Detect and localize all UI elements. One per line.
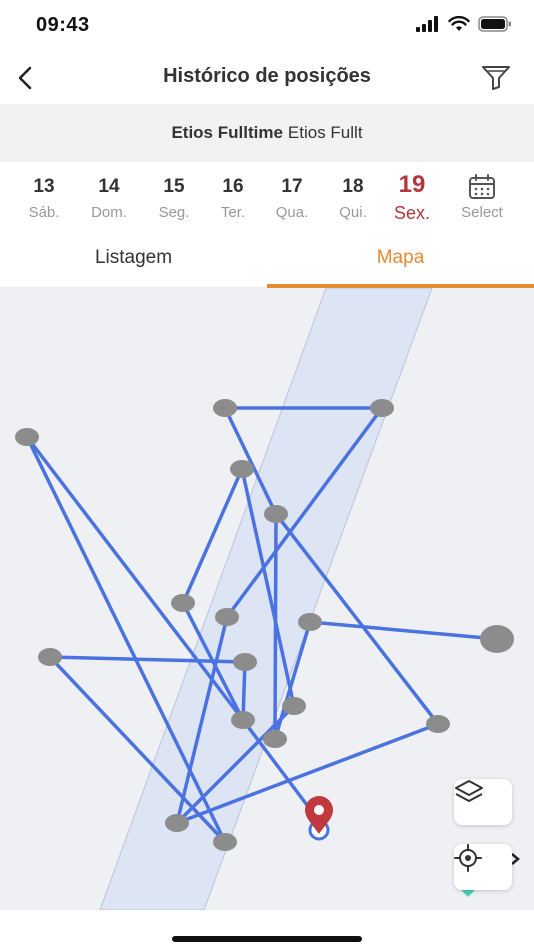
position-point[interactable]	[171, 594, 195, 612]
battery-icon	[478, 16, 511, 32]
position-point[interactable]	[426, 715, 450, 733]
navigation-bar: Histórico de posições	[0, 52, 534, 104]
status-time: 09:43	[36, 14, 90, 36]
position-point[interactable]	[213, 399, 237, 417]
vehicle-name: Etios Fullt	[287, 123, 363, 142]
position-point[interactable]	[15, 428, 39, 446]
signal-icon	[416, 16, 438, 32]
view-tabs: Listagem Mapa	[0, 240, 534, 288]
current-location-marker[interactable]	[305, 796, 333, 841]
date-number: 17	[281, 176, 303, 197]
date-weekday: Dom.	[91, 204, 127, 221]
position-point[interactable]	[480, 625, 514, 653]
date-number: 13	[33, 176, 55, 197]
date-item-14[interactable]: 14 Dom.	[81, 162, 137, 240]
date-number: 19	[398, 171, 426, 198]
pin-dot	[314, 805, 324, 815]
position-point[interactable]	[231, 711, 255, 729]
wifi-icon	[448, 16, 470, 31]
date-item-19-selected[interactable]: 19 Sex.	[384, 162, 440, 240]
select-date-button[interactable]: Select	[454, 162, 510, 240]
map-edge-arrow-icon	[511, 853, 520, 865]
date-strip: 13 Sáb. 14 Dom. 15 Seg. 16 Ter. 17 Qua. …	[0, 162, 534, 240]
tab-mapa[interactable]: Mapa	[267, 240, 534, 288]
position-point[interactable]	[230, 460, 254, 478]
date-weekday: Sáb.	[28, 204, 60, 221]
route-segment	[25, 435, 227, 844]
date-item-16[interactable]: 16 Ter.	[205, 162, 261, 240]
date-item-17[interactable]: 17 Qua.	[264, 162, 320, 240]
calendar-icon	[469, 174, 495, 199]
date-weekday: Qui.	[339, 204, 367, 221]
date-number: 15	[163, 176, 185, 197]
date-weekday: Ter.	[220, 204, 246, 221]
date-item-13[interactable]: 13 Sáb.	[16, 162, 72, 240]
position-point[interactable]	[263, 730, 287, 748]
position-point[interactable]	[282, 697, 306, 715]
position-point[interactable]	[213, 833, 237, 851]
date-item-15[interactable]: 15 Seg.	[146, 162, 202, 240]
page-title: Histórico de posições	[163, 65, 371, 87]
filter-button[interactable]	[478, 60, 514, 96]
position-point[interactable]	[298, 613, 322, 631]
my-location-button[interactable]	[454, 844, 512, 890]
select-label: Select	[461, 204, 503, 221]
map-view[interactable]	[0, 288, 534, 910]
position-point[interactable]	[215, 608, 239, 626]
date-item-18[interactable]: 18 Qui.	[325, 162, 381, 240]
funnel-icon	[482, 66, 510, 90]
map-arrow-icon	[460, 889, 476, 897]
date-weekday: Seg.	[158, 204, 190, 221]
status-icons	[416, 16, 512, 32]
date-weekday: Sex.	[393, 203, 431, 223]
layers-icon	[455, 780, 483, 802]
bottom-bar	[0, 910, 534, 950]
vehicle-name-bold: Etios Fulltime	[171, 123, 283, 142]
date-number: 16	[222, 176, 244, 197]
my-location-icon	[454, 844, 482, 872]
date-weekday: Qua.	[275, 204, 309, 221]
tab-listagem[interactable]: Listagem	[0, 240, 267, 288]
home-indicator[interactable]	[172, 936, 362, 942]
position-point[interactable]	[233, 653, 257, 671]
position-point[interactable]	[264, 505, 288, 523]
date-number: 18	[342, 176, 364, 197]
position-point[interactable]	[165, 814, 189, 832]
date-number: 14	[98, 176, 120, 197]
position-point[interactable]	[370, 399, 394, 417]
status-bar: 09:43	[0, 0, 534, 52]
route-segment	[308, 620, 499, 641]
map-layers-button[interactable]	[454, 779, 512, 825]
route-segment	[273, 512, 278, 741]
position-point[interactable]	[38, 648, 62, 666]
vehicle-selector[interactable]: Etios Fulltime Etios Fullt	[0, 104, 534, 162]
